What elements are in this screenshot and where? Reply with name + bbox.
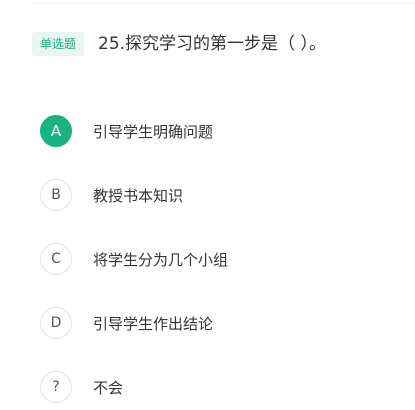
- option-c-label: 将学生分为几个小组: [93, 250, 229, 269]
- option-b-label: 教授书本知识: [93, 186, 184, 205]
- option-unknown[interactable]: ? 不会: [40, 370, 123, 404]
- option-a-label: 引导学生明确问题: [93, 122, 214, 141]
- option-d-label: 引导学生作出结论: [93, 314, 214, 333]
- option-c-marker[interactable]: C: [40, 243, 72, 275]
- question-header: 单选题 25.探究学习的第一步是（ ）。: [32, 32, 326, 56]
- option-b-marker[interactable]: B: [40, 179, 72, 211]
- option-b[interactable]: B 教授书本知识: [40, 178, 183, 212]
- option-a-marker[interactable]: A: [40, 115, 72, 147]
- question-text: 25.探究学习的第一步是（ ）。: [98, 34, 326, 54]
- option-a[interactable]: A 引导学生明确问题: [40, 114, 213, 148]
- question-type-badge: 单选题: [32, 32, 85, 56]
- option-d[interactable]: D 引导学生作出结论: [40, 306, 213, 340]
- option-unknown-marker[interactable]: ?: [40, 371, 72, 403]
- top-divider: [32, 3, 415, 4]
- option-c[interactable]: C 将学生分为几个小组: [40, 242, 228, 276]
- option-unknown-label: 不会: [93, 378, 124, 397]
- option-d-marker[interactable]: D: [40, 307, 72, 339]
